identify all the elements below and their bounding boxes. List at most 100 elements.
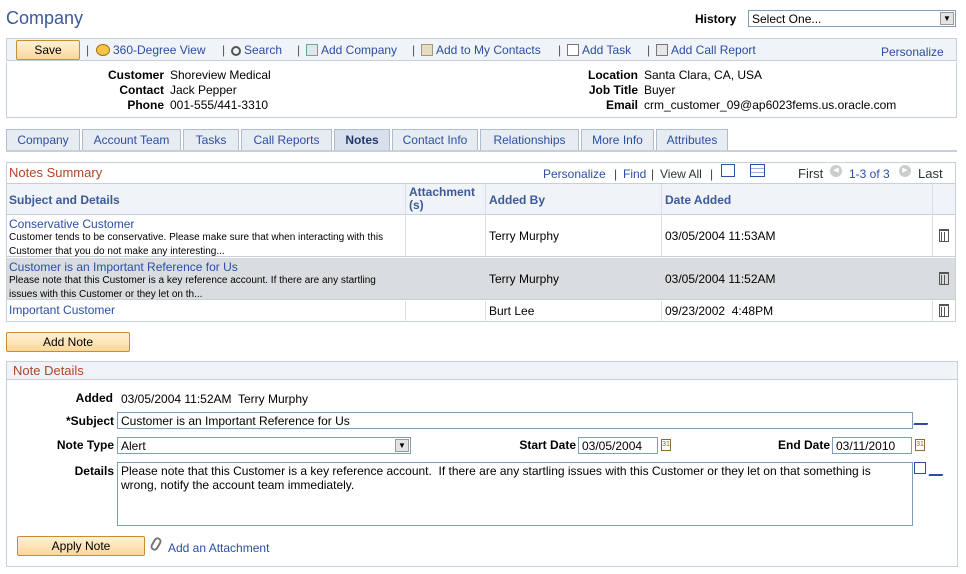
jobtitle-label: Job Title xyxy=(588,83,638,97)
note-subject-link[interactable]: Important Customer xyxy=(9,303,403,317)
add-note-button[interactable]: Add Note xyxy=(6,332,130,352)
expand-icon[interactable] xyxy=(914,462,926,474)
tab-tasks[interactable]: Tasks xyxy=(183,129,239,150)
grid-range: 1-3 of 3 xyxy=(849,167,890,181)
date-added-cell: 03/05/2004 11:53AM xyxy=(662,215,933,256)
grid-find-link[interactable]: Find xyxy=(623,167,646,181)
details-textarea[interactable]: Please note that this Customer is a key … xyxy=(117,462,913,526)
tab-call-reports[interactable]: Call Reports xyxy=(241,129,332,150)
search-link[interactable]: Search xyxy=(231,43,282,57)
trash-icon[interactable] xyxy=(939,229,949,242)
phone-label: Phone xyxy=(127,98,164,112)
contact-label: Contact xyxy=(119,83,164,97)
first-label: First xyxy=(798,166,824,181)
note-details-text: Customer tends to be conservative. Pleas… xyxy=(9,232,384,257)
add-task-link[interactable]: Add Task xyxy=(567,43,631,57)
end-date-label: End Date xyxy=(777,438,830,452)
note-type-select[interactable]: Alert ▼ xyxy=(117,437,411,454)
history-select[interactable]: Select One... ▼ xyxy=(748,10,956,27)
start-date-input[interactable] xyxy=(578,437,658,454)
download-grid-icon[interactable] xyxy=(750,164,765,177)
history-label: History xyxy=(695,12,737,26)
grid-personalize-link[interactable]: Personalize xyxy=(543,167,606,181)
tab-more-info[interactable]: More Info xyxy=(581,129,654,150)
added-value: 03/05/2004 11:52AM Terry Murphy xyxy=(121,392,308,406)
note-type-label: Note Type xyxy=(56,438,114,452)
tab-contact-info[interactable]: Contact Info xyxy=(392,129,478,150)
personalize-link[interactable]: Personalize xyxy=(881,45,944,59)
search-icon xyxy=(231,46,241,56)
note-subject-link[interactable]: Customer is an Important Reference for U… xyxy=(9,260,403,274)
apply-note-button[interactable]: Apply Note xyxy=(17,536,145,556)
tab-account-team[interactable]: Account Team xyxy=(82,129,181,150)
attachment-cell xyxy=(406,301,486,322)
end-date-input[interactable] xyxy=(832,437,912,454)
location-value: Santa Clara, CA, USA xyxy=(644,68,763,82)
added-by-cell: Terry Murphy xyxy=(486,258,662,299)
grid-view-all-link[interactable]: View All xyxy=(660,167,702,181)
tab-company[interactable]: Company xyxy=(6,129,80,150)
date-added-cell: 03/05/2004 11:52AM xyxy=(662,258,933,299)
add-contacts-link[interactable]: Add to My Contacts xyxy=(421,43,541,57)
added-label: Added xyxy=(75,391,113,405)
customer-value: Shoreview Medical xyxy=(170,68,271,82)
note-subject-link[interactable]: Conservative Customer xyxy=(9,217,403,231)
start-date-label: Start Date xyxy=(519,438,576,452)
trash-icon[interactable] xyxy=(939,304,949,317)
phone-value: 001-555/441-3310 xyxy=(170,98,269,112)
save-button[interactable]: Save xyxy=(16,40,80,60)
chevron-down-icon[interactable]: ▼ xyxy=(940,12,954,25)
calendar-icon[interactable]: 31 xyxy=(661,439,671,451)
new-window-icon[interactable] xyxy=(721,164,735,177)
add-company-link[interactable]: Add Company xyxy=(306,43,397,57)
call-report-icon xyxy=(656,44,668,56)
added-by-cell: Terry Murphy xyxy=(486,215,662,256)
tab-relationships[interactable]: Relationships xyxy=(480,129,579,150)
tab-attributes[interactable]: Attributes xyxy=(656,129,728,150)
email-label: Email xyxy=(605,98,638,112)
table-row: Customer is an Important Reference for U… xyxy=(7,258,955,300)
add-company-icon xyxy=(306,44,318,56)
attachment-cell xyxy=(406,258,486,299)
360-icon xyxy=(96,44,110,56)
added-by-cell: Burt Lee xyxy=(486,301,662,322)
history-selected: Select One... xyxy=(752,12,822,26)
add-attachment-link[interactable]: Add an Attachment xyxy=(168,541,269,555)
col-subject[interactable]: Subject and Details xyxy=(7,184,406,215)
col-added-by[interactable]: Added By xyxy=(486,184,662,215)
customer-label: Customer xyxy=(107,68,164,82)
prev-icon[interactable]: ◀ xyxy=(830,165,842,177)
last-label: Last xyxy=(918,166,943,181)
col-date-added[interactable]: Date Added xyxy=(662,184,933,215)
subject-input[interactable] xyxy=(117,412,913,429)
details-label: Details xyxy=(74,464,114,478)
contacts-icon xyxy=(421,44,433,56)
table-row: Important Customer Burt Lee 09/23/2002 4… xyxy=(7,301,955,322)
grid-title: Notes Summary xyxy=(9,165,103,180)
calendar-icon[interactable]: 31 xyxy=(915,439,925,451)
toolbar: Save | 360-Degree View | Search | Add Co… xyxy=(6,38,957,61)
jobtitle-value: Buyer xyxy=(644,83,676,97)
email-value: crm_customer_09@ap6023fems.us.oracle.com xyxy=(644,98,897,112)
add-call-report-link[interactable]: Add Call Report xyxy=(656,43,756,57)
note-details-text: Please note that this Customer is a key … xyxy=(9,275,376,300)
chevron-down-icon[interactable]: ▼ xyxy=(395,439,409,452)
attachment-cell xyxy=(406,215,486,256)
col-attachment[interactable]: Attachment (s) xyxy=(406,184,486,215)
subject-label: *Subject xyxy=(65,414,114,428)
trash-icon[interactable] xyxy=(939,272,949,285)
view-360-link[interactable]: 360-Degree View xyxy=(96,43,206,57)
tab-notes[interactable]: Notes xyxy=(334,129,390,150)
date-added-cell: 09/23/2002 4:48PM xyxy=(662,301,933,322)
tab-divider xyxy=(6,150,957,152)
page-title: Company xyxy=(6,8,84,28)
next-icon[interactable]: ▶ xyxy=(899,165,911,177)
contact-value: Jack Pepper xyxy=(170,83,237,97)
task-icon xyxy=(567,44,579,56)
separator: | xyxy=(86,43,90,57)
note-type-value: Alert xyxy=(121,439,146,453)
grid-header: Subject and Details Attachment (s) Added… xyxy=(7,183,955,215)
note-details-title: Note Details xyxy=(7,362,957,380)
location-label: Location xyxy=(588,68,638,82)
table-row: Conservative Customer Customer tends to … xyxy=(7,215,955,257)
